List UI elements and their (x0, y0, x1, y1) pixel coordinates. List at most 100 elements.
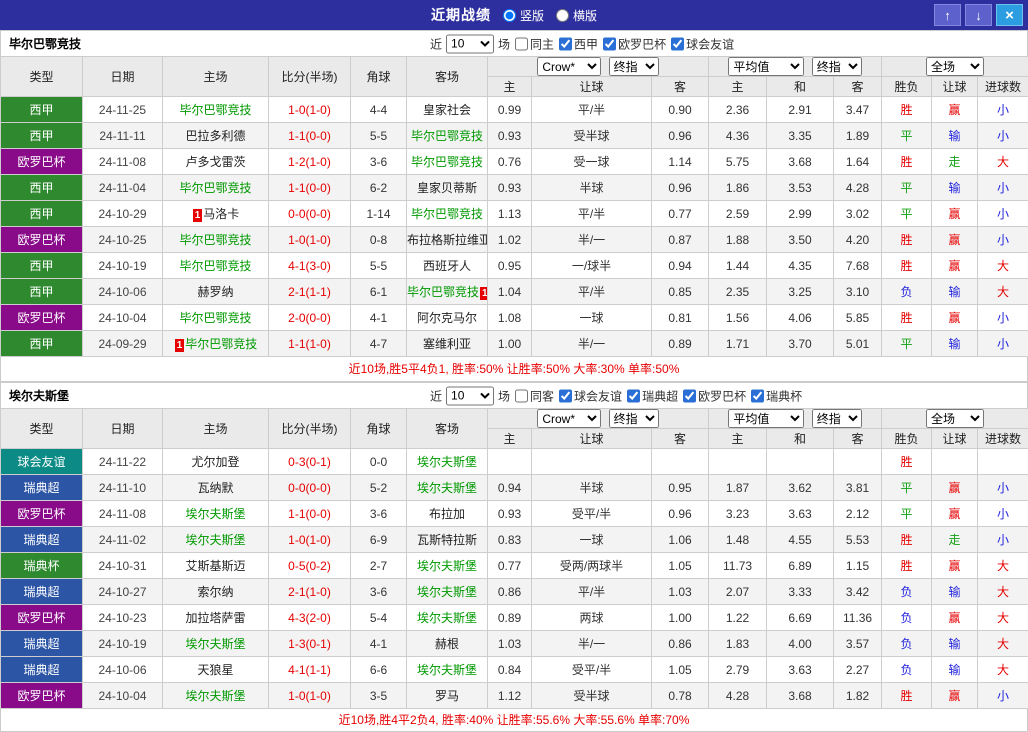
average-select[interactable]: 平均值 (728, 57, 805, 76)
league-filter[interactable]: 西甲 (559, 35, 599, 52)
match-score[interactable]: 1-1(0-0) (268, 174, 351, 201)
full-match-select[interactable]: 全场 (926, 57, 985, 76)
league-filter[interactable]: 球会友谊 (671, 35, 735, 52)
match-score[interactable]: 2-0(0-0) (268, 304, 351, 331)
same-venue-filter[interactable]: 同主 (515, 35, 555, 52)
league-filter[interactable]: 欧罗巴杯 (603, 35, 667, 52)
home-team[interactable]: 埃尔夫斯堡 (162, 500, 269, 527)
match-score[interactable]: 4-1(1-1) (268, 656, 351, 683)
away-team[interactable]: 埃尔夫斯堡 (406, 448, 488, 475)
away-team[interactable]: 布拉加 (406, 500, 488, 527)
bookmaker-select[interactable]: Crow* (537, 57, 602, 76)
home-team[interactable]: 1 马洛卡 (162, 200, 269, 227)
match-score[interactable]: 0-5(0-2) (268, 552, 351, 579)
league-filter-checkbox[interactable] (559, 37, 573, 50)
scroll-down-button[interactable]: ↓ (965, 4, 992, 26)
home-team[interactable]: 赫罗纳 (162, 278, 269, 305)
final-odds-select[interactable]: 终指 (608, 409, 659, 428)
col-away: 客场 (406, 56, 488, 97)
home-team[interactable]: 加拉塔萨雷 (162, 604, 269, 631)
away-team[interactable]: 毕尔巴鄂竞技 (406, 200, 488, 227)
match-score[interactable]: 1-1(0-0) (268, 122, 351, 149)
home-team[interactable]: 埃尔夫斯堡 (162, 682, 269, 709)
away-team[interactable]: 赫根 (406, 630, 488, 657)
match-score[interactable]: 1-3(0-1) (268, 630, 351, 657)
match-score[interactable]: 0-3(0-1) (268, 448, 351, 475)
away-team[interactable]: 皇家社会 (406, 96, 488, 123)
away-team[interactable]: 埃尔夫斯堡 (406, 656, 488, 683)
home-team[interactable]: 毕尔巴鄂竞技 (162, 226, 269, 253)
layout-horizontal-option[interactable]: 横版 (556, 7, 597, 24)
match-score[interactable]: 2-1(1-0) (268, 578, 351, 605)
league-badge: 瑞典超 (0, 656, 83, 683)
final-odds-select-2[interactable]: 终指 (811, 409, 862, 428)
match-count-select[interactable]: 10 (446, 386, 495, 405)
match-score[interactable]: 0-0(0-0) (268, 200, 351, 227)
match-score[interactable]: 0-0(0-0) (268, 474, 351, 501)
home-team[interactable]: 天狼星 (162, 656, 269, 683)
match-score[interactable]: 4-3(2-0) (268, 604, 351, 631)
match-score[interactable]: 1-0(1-0) (268, 682, 351, 709)
home-team[interactable]: 瓦纳默 (162, 474, 269, 501)
away-team[interactable]: 布拉格斯拉维亚 (406, 226, 488, 253)
away-team[interactable]: 阿尔克马尔 (406, 304, 488, 331)
final-odds-select[interactable]: 终指 (608, 57, 659, 76)
away-team[interactable]: 毕尔巴鄂竞技 1 (406, 278, 488, 305)
full-match-select[interactable]: 全场 (926, 409, 985, 428)
same-venue-filter[interactable]: 同客 (515, 387, 555, 404)
match-score[interactable]: 4-1(3-0) (268, 252, 351, 279)
league-filter[interactable]: 瑞典杯 (751, 387, 803, 404)
match-score[interactable]: 1-0(1-0) (268, 226, 351, 253)
away-team[interactable]: 埃尔夫斯堡 (406, 552, 488, 579)
home-team[interactable]: 毕尔巴鄂竞技 (162, 174, 269, 201)
league-filter-checkbox[interactable] (603, 37, 617, 50)
home-team[interactable]: 1 毕尔巴鄂竞技 (162, 330, 269, 357)
away-team[interactable]: 皇家贝蒂斯 (406, 174, 488, 201)
away-team[interactable]: 罗马 (406, 682, 488, 709)
league-filter-checkbox[interactable] (683, 389, 697, 402)
match-count-select[interactable]: 10 (446, 34, 495, 53)
league-filter-checkbox[interactable] (751, 389, 765, 402)
away-team[interactable]: 埃尔夫斯堡 (406, 474, 488, 501)
match-score[interactable]: 2-1(1-1) (268, 278, 351, 305)
match-score[interactable]: 1-1(1-0) (268, 330, 351, 357)
match-score[interactable]: 1-2(1-0) (268, 148, 351, 175)
home-team[interactable]: 艾斯基斯迈 (162, 552, 269, 579)
away-team[interactable]: 塞维利亚 (406, 330, 488, 357)
bookmaker-select[interactable]: Crow* (537, 409, 602, 428)
average-select[interactable]: 平均值 (728, 409, 805, 428)
league-filter-checkbox[interactable] (559, 389, 573, 402)
league-filter[interactable]: 球会友谊 (559, 387, 623, 404)
home-team[interactable]: 埃尔夫斯堡 (162, 630, 269, 657)
match-score[interactable]: 1-1(0-0) (268, 500, 351, 527)
layout-vertical-option[interactable]: 竖版 (502, 7, 544, 24)
home-team[interactable]: 毕尔巴鄂竞技 (162, 304, 269, 331)
layout-horizontal-radio[interactable] (556, 8, 569, 22)
team-name: 毕尔巴鄂竞技 (410, 155, 483, 169)
scroll-up-button[interactable]: ↑ (934, 4, 961, 26)
away-team[interactable]: 埃尔夫斯堡 (406, 604, 488, 631)
same-venue-filter-checkbox[interactable] (515, 389, 529, 402)
home-team[interactable]: 毕尔巴鄂竞技 (162, 252, 269, 279)
league-filter-checkbox[interactable] (671, 37, 685, 50)
same-venue-filter-checkbox[interactable] (515, 37, 529, 50)
league-filter[interactable]: 欧罗巴杯 (683, 387, 747, 404)
away-team[interactable]: 西班牙人 (406, 252, 488, 279)
match-score[interactable]: 1-0(1-0) (268, 96, 351, 123)
layout-vertical-radio[interactable] (502, 8, 516, 22)
close-button[interactable]: × (996, 4, 1023, 26)
away-team[interactable]: 毕尔巴鄂竞技 (406, 122, 488, 149)
home-team[interactable]: 毕尔巴鄂竞技 (162, 96, 269, 123)
match-score[interactable]: 1-0(1-0) (268, 526, 351, 553)
home-team[interactable]: 卢多戈雷茨 (162, 148, 269, 175)
away-team[interactable]: 毕尔巴鄂竞技 (406, 148, 488, 175)
home-team[interactable]: 巴拉多利德 (162, 122, 269, 149)
league-filter-checkbox[interactable] (627, 389, 641, 402)
home-team[interactable]: 尤尔加登 (162, 448, 269, 475)
away-team[interactable]: 埃尔夫斯堡 (406, 578, 488, 605)
league-filter[interactable]: 瑞典超 (627, 387, 679, 404)
home-team[interactable]: 索尔纳 (162, 578, 269, 605)
home-team[interactable]: 埃尔夫斯堡 (162, 526, 269, 553)
final-odds-select-2[interactable]: 终指 (811, 57, 862, 76)
away-team[interactable]: 瓦斯特拉斯 (406, 526, 488, 553)
